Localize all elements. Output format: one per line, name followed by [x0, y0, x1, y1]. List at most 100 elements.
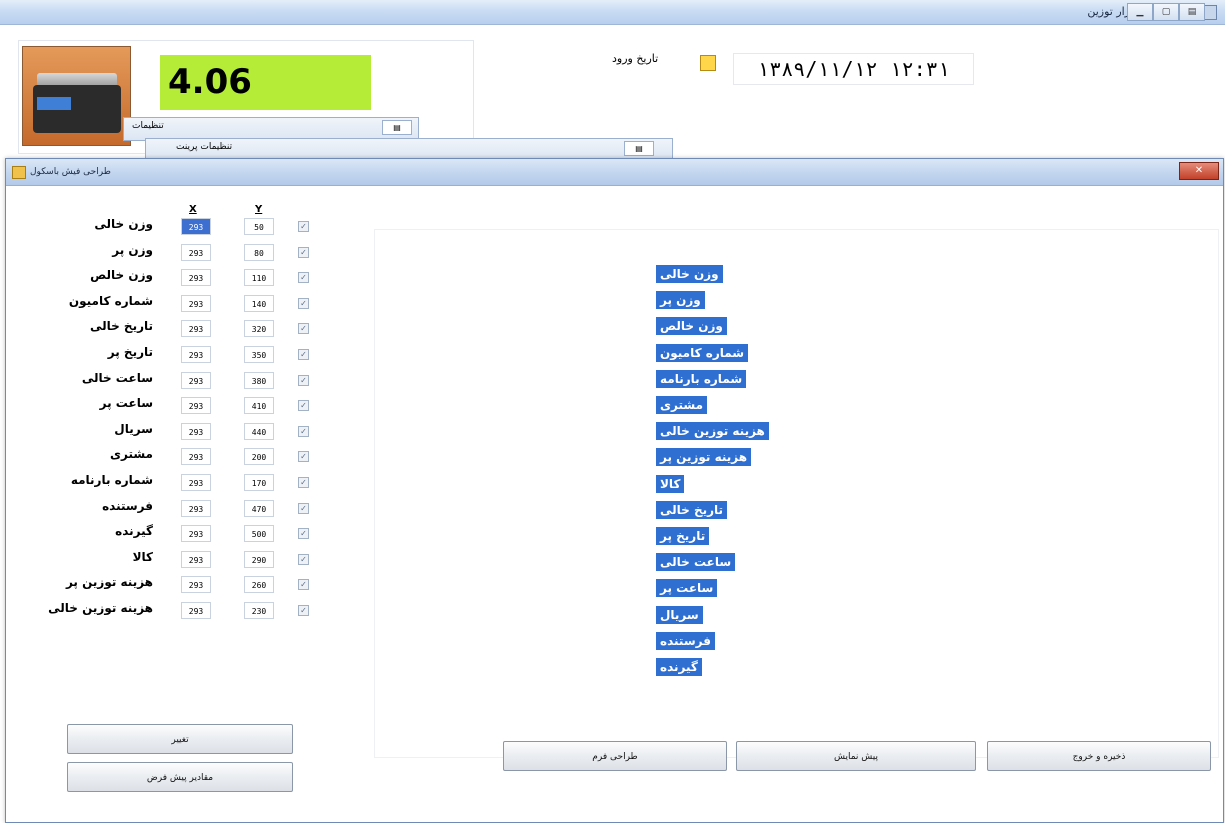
field-label: شماره کامیون	[68, 293, 153, 308]
y-input[interactable]: 200	[244, 448, 274, 466]
x-input[interactable]: 293	[181, 397, 211, 415]
design-field-label[interactable]: وزن پر	[656, 291, 705, 310]
field-label: کالا	[132, 549, 153, 564]
y-column-header: Y	[255, 204, 263, 215]
x-input[interactable]: 293	[181, 218, 211, 235]
y-input[interactable]: 290	[244, 550, 274, 568]
visible-checkbox[interactable]: ✓	[298, 528, 309, 540]
design-field-label[interactable]: ساعت خالی	[656, 553, 736, 572]
defaults-button[interactable]: مقادیر پیش فرض	[67, 762, 293, 792]
x-input[interactable]: 293	[181, 550, 211, 568]
dialog-close-button[interactable]: ✕	[1179, 162, 1219, 180]
visible-checkbox[interactable]: ✓	[298, 605, 309, 616]
field-label: تاریخ خالی	[89, 319, 153, 334]
visible-checkbox[interactable]: ✓	[298, 579, 309, 591]
y-input[interactable]: 50	[244, 218, 274, 235]
scale-image	[22, 46, 131, 146]
maximize-button[interactable]: ▢	[1153, 3, 1179, 21]
design-form-button[interactable]: طراحی فرم	[503, 741, 727, 771]
y-input[interactable]: 350	[244, 346, 274, 363]
visible-checkbox[interactable]: ✓	[298, 221, 309, 232]
field-label: تاریخ پر	[107, 345, 153, 359]
x-input[interactable]: 293	[181, 294, 211, 312]
y-input[interactable]: 140	[244, 294, 274, 312]
field-label: ساعت پر	[99, 396, 153, 411]
x-input[interactable]: 293	[181, 602, 211, 619]
field-label: گیرنده	[115, 524, 153, 539]
visible-checkbox[interactable]: ✓	[298, 425, 309, 437]
y-input[interactable]: 440	[244, 422, 274, 440]
design-area: وزن خالی وزن پر وزن خالص شماره کامیون شماره …	[374, 229, 1219, 758]
visible-checkbox[interactable]: ✓	[298, 451, 309, 463]
save-exit-button[interactable]: ذخیره و خروج	[987, 741, 1211, 771]
field-label: فرستنده	[102, 498, 153, 513]
design-field-label[interactable]: شماره بارنامه	[656, 369, 747, 388]
design-field-label[interactable]: وزن خالی	[656, 265, 723, 283]
design-field-label[interactable]: ساعت پر	[656, 579, 718, 598]
x-input[interactable]: 293	[181, 243, 211, 261]
main-title-bar: سیستم نرم افزار توزین ▁ ▢ ▤	[0, 0, 1225, 25]
design-field-label[interactable]: سریال	[656, 605, 703, 624]
x-input[interactable]: 293	[181, 448, 211, 466]
apply-button[interactable]: تغییر	[67, 724, 293, 754]
field-label: وزن پر	[112, 242, 153, 257]
y-input[interactable]: 410	[244, 397, 274, 415]
field-label: وزن خالص	[90, 268, 153, 283]
y-input[interactable]: 230	[244, 602, 274, 619]
y-input[interactable]: 500	[244, 525, 274, 543]
datetime-field[interactable]: ۱۳۸۹/۱۱/۱۲ ۱۲:۳۱	[733, 53, 974, 85]
design-field-label[interactable]: تاریخ پر	[656, 527, 710, 545]
grid-button[interactable]: ▤	[1179, 3, 1205, 21]
visible-checkbox[interactable]: ✓	[298, 477, 309, 488]
design-field-label[interactable]: فرستنده	[656, 631, 715, 650]
visible-checkbox[interactable]: ✓	[298, 272, 309, 284]
calendar-icon[interactable]	[700, 55, 716, 71]
y-input[interactable]: 320	[244, 320, 274, 338]
design-field-label[interactable]: مشتری	[656, 396, 708, 414]
visible-checkbox[interactable]: ✓	[298, 553, 309, 565]
design-field-label[interactable]: هزینه توزین خالی	[656, 422, 769, 441]
dialog-title-bar: طراحی فیش باسکول ✕	[6, 159, 1223, 186]
print-settings-window[interactable]: تنظیمات پرینت ▤	[145, 138, 673, 160]
visible-checkbox[interactable]: ✓	[298, 374, 309, 386]
preview-button[interactable]: پیش نمایش	[736, 741, 976, 771]
y-input[interactable]: 380	[244, 371, 274, 389]
design-field-label[interactable]: کالا	[656, 474, 685, 493]
x-column-header: X	[189, 204, 197, 215]
weight-display: 4.06	[160, 55, 371, 110]
visible-checkbox[interactable]: ✓	[298, 297, 309, 309]
print-settings-window-button[interactable]: ▤	[624, 141, 654, 156]
scale-display-icon	[37, 97, 71, 110]
x-input[interactable]: 293	[181, 269, 211, 287]
visible-checkbox[interactable]: ✓	[298, 349, 309, 360]
design-field-label[interactable]: وزن خالص	[656, 317, 727, 336]
visible-checkbox[interactable]: ✓	[298, 502, 309, 514]
y-input[interactable]: 170	[244, 474, 274, 491]
y-input[interactable]: 470	[244, 499, 274, 517]
x-input[interactable]: 293	[181, 371, 211, 389]
design-field-label[interactable]: گیرنده	[656, 658, 702, 676]
field-label: ساعت خالی	[81, 370, 153, 385]
visible-checkbox[interactable]: ✓	[298, 323, 309, 335]
x-input[interactable]: 293	[181, 422, 211, 440]
settings-window-button[interactable]: ▤	[382, 120, 412, 135]
x-input[interactable]: 293	[181, 346, 211, 363]
dialog-title: طراحی فیش باسکول	[30, 167, 111, 177]
x-input[interactable]: 293	[181, 499, 211, 517]
receipt-design-dialog: طراحی فیش باسکول ✕ X Y وزن خالی 293 50 ✓ وزن…	[5, 158, 1224, 823]
y-input[interactable]: 80	[244, 243, 274, 261]
dialog-body: X Y وزن خالی 293 50 ✓ وزن پر 293 80 ✓ وزن خالص 29…	[9, 186, 1220, 819]
field-label: وزن خالی	[94, 217, 153, 231]
y-input[interactable]: 110	[244, 269, 274, 287]
design-field-label[interactable]: هزینه توزین پر	[656, 448, 752, 467]
visible-checkbox[interactable]: ✓	[298, 246, 309, 258]
design-field-label[interactable]: شماره کامیون	[656, 343, 749, 362]
x-input[interactable]: 293	[181, 525, 211, 543]
y-input[interactable]: 260	[244, 576, 274, 594]
visible-checkbox[interactable]: ✓	[298, 400, 309, 412]
design-field-label[interactable]: تاریخ خالی	[656, 500, 728, 519]
x-input[interactable]: 293	[181, 576, 211, 594]
x-input[interactable]: 293	[181, 320, 211, 338]
minimize-button[interactable]: ▁	[1127, 3, 1153, 21]
x-input[interactable]: 293	[181, 474, 211, 491]
